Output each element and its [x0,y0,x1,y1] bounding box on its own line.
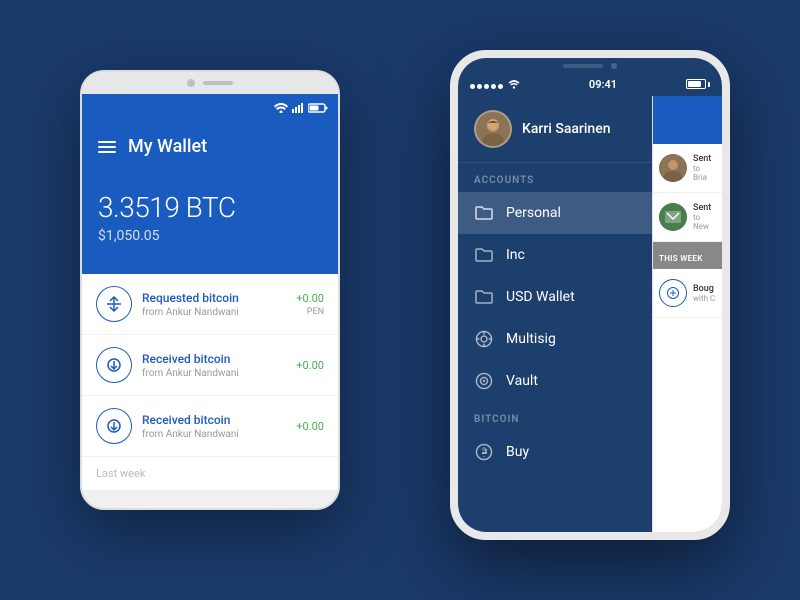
iphone-drawer: Karri Saarinen ACCOUNTS Personal [458,96,722,532]
drawer-item-vault-label: Vault [506,373,538,389]
drawer-item-usd-label: USD Wallet [506,289,575,305]
android-btc-amount: 3.3519 BTC [98,191,322,224]
android-header: My Wallet [82,122,338,171]
iphone-speaker [563,64,603,68]
signal-dot-3 [484,84,489,89]
android-transactions: Requested bitcoin from Ankur Nandwani +0… [82,274,338,490]
peek-title-0: Sent [693,154,716,164]
drawer-item-multisig-label: Multisig [506,331,556,347]
iphone-wifi-icon [508,79,520,89]
user-avatar [474,110,512,148]
iphone: 09:41 [450,50,730,540]
tx-status-0: PEN [296,307,324,317]
transaction-item-2[interactable]: Received bitcoin from Ankur Nandwani +0.… [82,396,338,457]
peek-avatar-0 [659,154,687,182]
peek-sub-0: to Bria [693,164,716,182]
iphone-battery [686,79,710,89]
tx-value-1: +0.00 [296,359,324,372]
vault-icon [474,371,494,391]
bitcoin-icon [474,442,494,462]
iphone-notch [458,58,722,72]
drawer-item-buy-label: Buy [506,444,529,460]
android-speaker [203,81,233,85]
iphone-status-bar: 09:41 [458,72,722,96]
request-icon [96,286,132,322]
peek-title-1: Sent [693,203,716,213]
signal-icon [292,103,304,113]
android-phone: My Wallet 3.3519 BTC $1,050.05 Requested… [80,70,340,510]
tx-amount-0: +0.00 PEN [296,292,324,317]
transaction-item-1[interactable]: Received bitcoin from Ankur Nandwani +0.… [82,335,338,396]
android-top-bar [82,72,338,94]
peek-info-2: Boug with C [693,284,716,303]
tx-amount-1: +0.00 [296,359,324,372]
peek-info-0: Sent to Bria [693,154,716,182]
folder-icon-inc [474,245,494,265]
multisig-icon [474,329,494,349]
iphone-camera [611,63,617,69]
tx-title-1: Received bitcoin [142,352,296,366]
tx-title-2: Received bitcoin [142,413,296,427]
peek-week-text: THIS WEEK [659,254,703,263]
peek-header [653,96,722,144]
iphone-signal [470,79,520,89]
peek-sub-1: to New [693,213,716,231]
android-status-icons [274,103,328,113]
tx-subtitle-2: from Ankur Nandwani [142,429,296,440]
tx-info-1: Received bitcoin from Ankur Nandwani [142,352,296,379]
signal-dot-1 [470,84,475,89]
android-header-title: My Wallet [128,136,207,157]
wifi-icon [274,103,288,113]
iphone-inner: 09:41 [458,58,722,532]
peek-item-1: Sent to New [653,193,722,242]
battery-icon [308,103,328,113]
tx-value-2: +0.00 [296,420,324,433]
peek-title-2: Boug [693,284,716,294]
android-usd-amount: $1,050.05 [98,228,322,244]
drawer-item-personal-label: Personal [506,205,561,221]
peek-item-0: Sent to Bria [653,144,722,193]
hamburger-icon[interactable] [98,141,116,153]
drawer-item-inc-label: Inc [506,247,525,263]
tx-value-0: +0.00 [296,292,324,305]
receive-icon-2 [96,408,132,444]
phones-container: My Wallet 3.3519 BTC $1,050.05 Requested… [50,40,750,560]
peek-item-2: Boug with C [653,269,722,318]
folder-icon-personal [474,203,494,223]
iphone-time: 09:41 [589,78,617,91]
tx-subtitle-1: from Ankur Nandwani [142,368,296,379]
tx-amount-2: +0.00 [296,420,324,433]
tx-title-0: Requested bitcoin [142,291,296,305]
peek-avatar-1 [659,203,687,231]
transaction-item-0[interactable]: Requested bitcoin from Ankur Nandwani +0… [82,274,338,335]
battery-tip [708,82,710,87]
last-week-label: Last week [82,457,338,490]
android-balance-section: 3.3519 BTC $1,050.05 [82,171,338,274]
receive-icon-1 [96,347,132,383]
user-avatar-img [476,112,510,146]
folder-icon-usd [474,287,494,307]
peek-panel: Sent to Bria Sen [652,96,722,532]
signal-dot-2 [477,84,482,89]
tx-info-0: Requested bitcoin from Ankur Nandwani [142,291,296,318]
peek-week-label: THIS WEEK [653,242,722,269]
signal-dot-5 [498,84,503,89]
android-camera [187,79,195,87]
peek-info-1: Sent to New [693,203,716,231]
battery-fill [688,81,701,87]
peek-sub-2: with C [693,294,716,303]
android-status-bar [82,94,338,122]
user-name: Karri Saarinen [522,121,611,137]
signal-dot-4 [491,84,496,89]
battery-body [686,79,706,89]
peek-icon-0 [659,279,687,307]
tx-info-2: Received bitcoin from Ankur Nandwani [142,413,296,440]
tx-subtitle-0: from Ankur Nandwani [142,307,296,318]
